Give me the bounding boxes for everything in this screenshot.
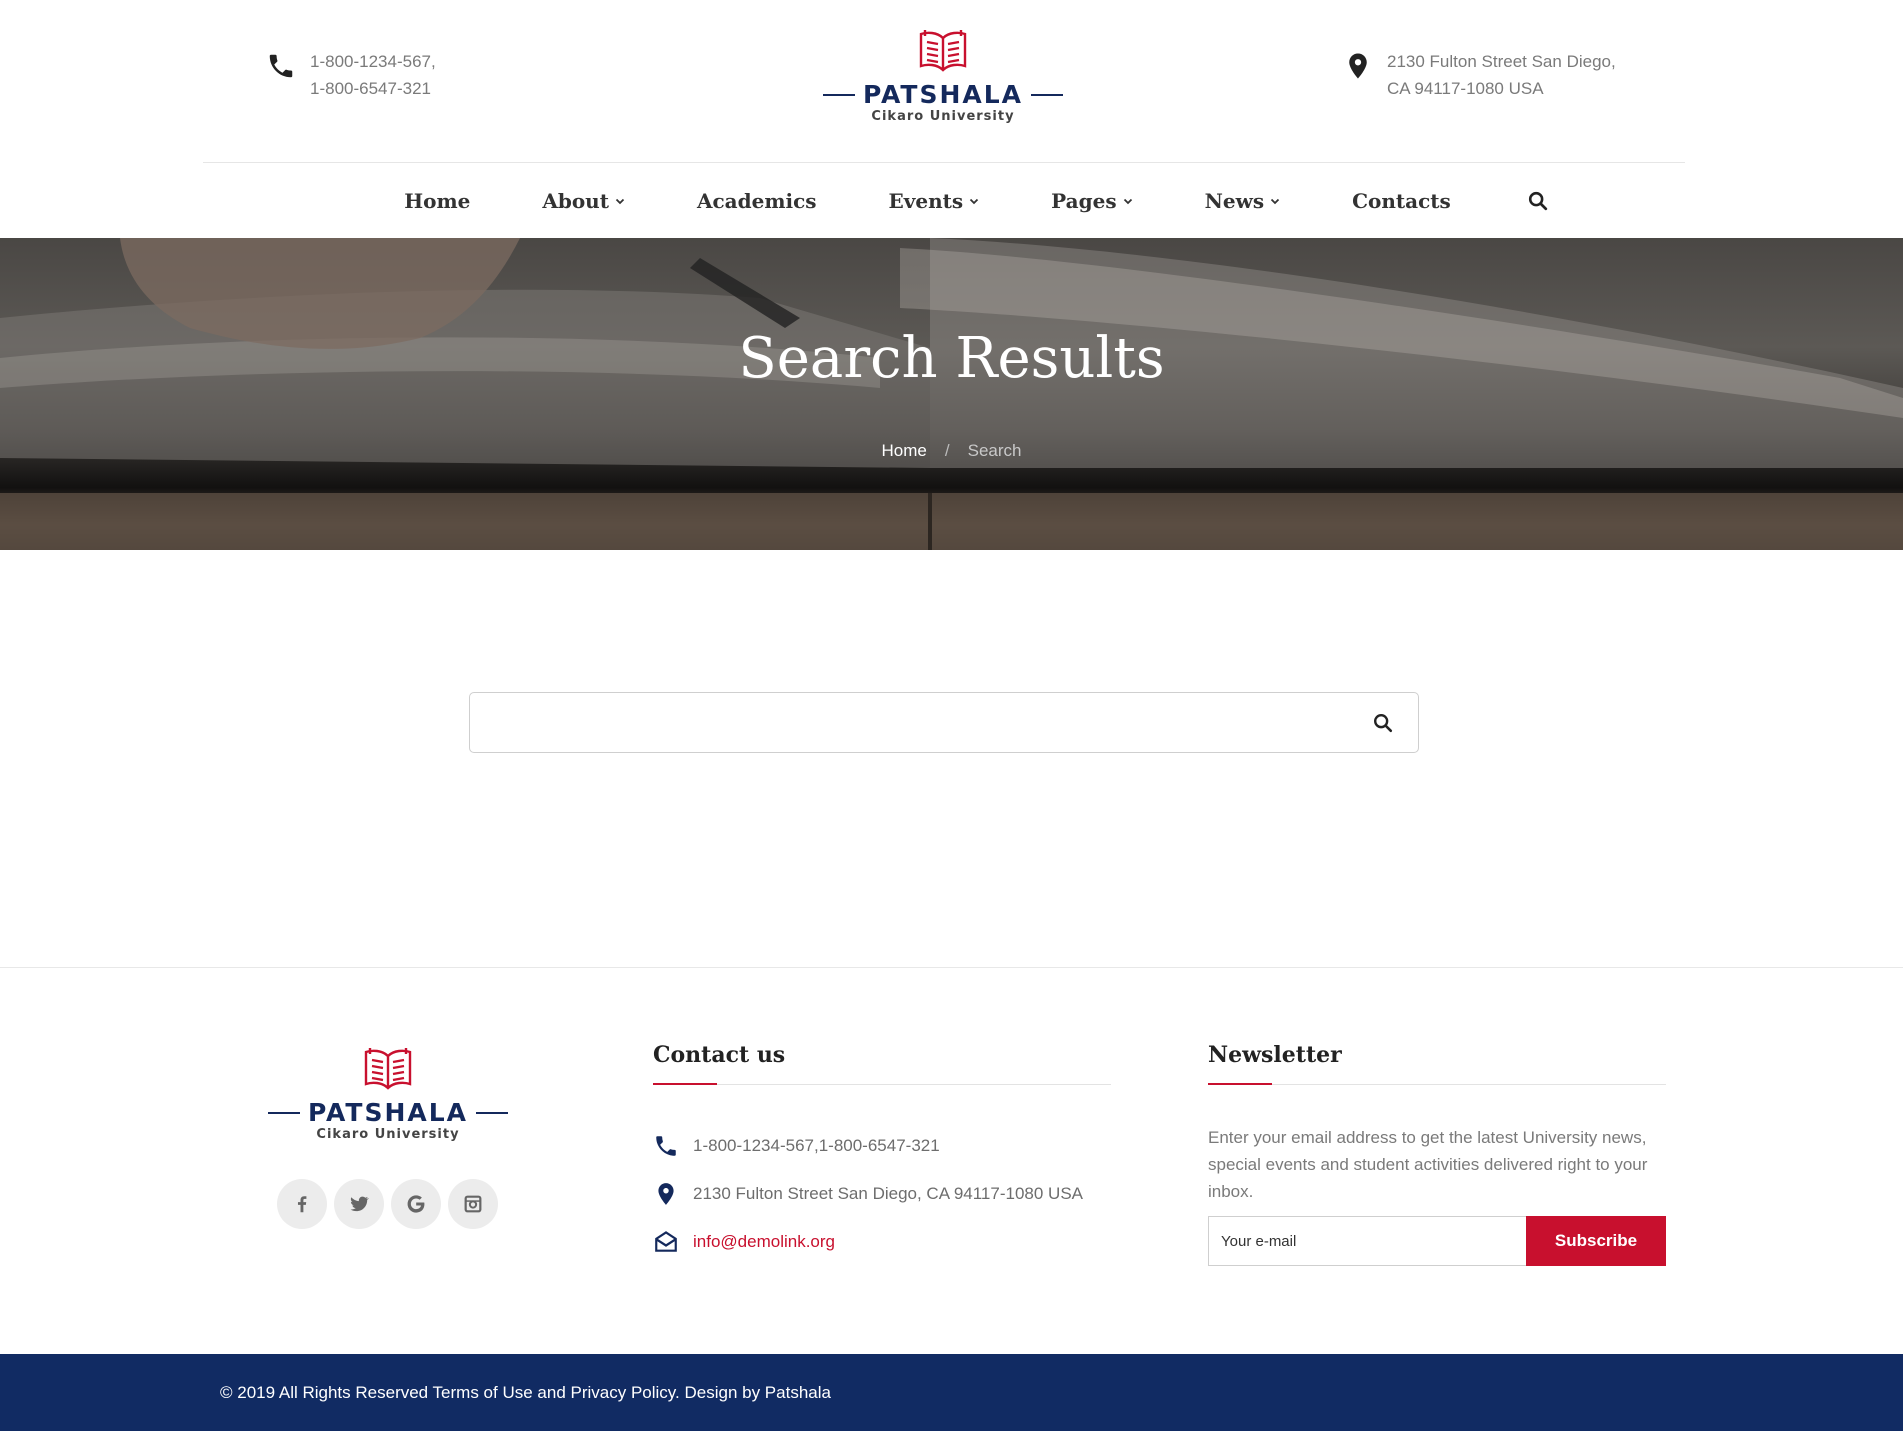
search-input[interactable]	[470, 693, 1350, 752]
book-logo-icon	[364, 1048, 412, 1090]
nav-item-events[interactable]: Events	[889, 189, 980, 213]
breadcrumb: Home / Search	[0, 441, 1903, 461]
logo-dash-right	[1031, 93, 1063, 96]
footer-contact-accent	[653, 1083, 717, 1085]
footer-logo-brand: PATSHALA	[307, 1098, 469, 1127]
header-address-line-2: CA 94117-1080 USA	[1387, 79, 1544, 98]
search-icon[interactable]	[1372, 712, 1394, 734]
social-links	[277, 1179, 505, 1229]
footer-newsletter-title: Newsletter	[1208, 1042, 1342, 1068]
nav-item-label: About	[542, 188, 609, 213]
page-hero: Search Results Home / Search	[0, 238, 1903, 550]
copyright-text: © 2019 All Rights Reserved Terms of Use …	[220, 1383, 831, 1402]
logo-dash-left	[823, 93, 855, 96]
phone-icon	[656, 1136, 676, 1156]
nav-item-academics[interactable]: Academics	[697, 189, 817, 213]
nav-item-label: News	[1204, 188, 1265, 213]
nav-item-label: Academics	[696, 188, 817, 213]
logo-dash-right	[476, 1111, 508, 1114]
hero-background-image	[0, 238, 1903, 550]
subscribe-button[interactable]: Subscribe	[1526, 1216, 1666, 1266]
logo-dash-left	[268, 1111, 300, 1114]
phone-icon	[269, 54, 293, 78]
footer-phone-row: 1-800-1234-567,1-800-6547-321	[653, 1122, 1083, 1170]
map-pin-icon	[1349, 53, 1367, 79]
search-icon[interactable]	[1527, 190, 1549, 212]
nav-item-pages[interactable]: Pages	[1051, 189, 1132, 213]
newsletter-description: Enter your email address to get the late…	[1208, 1128, 1648, 1201]
breadcrumb-home-link[interactable]: Home	[882, 441, 927, 460]
header-phone: 1-800-1234-567, 1-800-6547-321	[266, 48, 436, 102]
footer-contact-rule	[653, 1084, 1111, 1085]
nav-item-label: Events	[888, 188, 964, 213]
footer-logo-subtitle: Cikaro University	[316, 1127, 460, 1142]
nav-item-label: Pages	[1051, 188, 1117, 213]
search-form	[469, 692, 1419, 753]
footer-phone: 1-800-1234-567,1-800-6547-321	[693, 1136, 940, 1155]
logo-brand: PATSHALA	[862, 80, 1024, 109]
footer-contact-list: 1-800-1234-567,1-800-6547-321 2130 Fulto…	[653, 1122, 1083, 1266]
twitter-icon	[350, 1196, 370, 1212]
logo-subtitle: Cikaro University	[871, 109, 1015, 124]
facebook-link[interactable]	[277, 1179, 327, 1229]
breadcrumb-separator: /	[944, 441, 950, 460]
envelope-open-icon	[655, 1231, 677, 1252]
google-link[interactable]	[391, 1179, 441, 1229]
header-phone-line-2: 1-800-6547-321	[310, 79, 431, 98]
footer-divider	[0, 967, 1903, 968]
chevron-down-icon	[1123, 198, 1132, 204]
nav-item-contacts[interactable]: Contacts	[1352, 189, 1451, 213]
header-phone-line-1: 1-800-1234-567,	[310, 52, 436, 71]
chevron-down-icon	[1270, 198, 1280, 204]
chevron-down-icon	[615, 198, 625, 204]
nav-item-label: Home	[404, 188, 471, 213]
footer-address: 2130 Fulton Street San Diego, CA 94117-1…	[693, 1184, 1083, 1203]
footer-contact-title: Contact us	[653, 1042, 786, 1068]
nav-item-home[interactable]: Home	[404, 189, 470, 213]
header-address: 2130 Fulton Street San Diego, CA 94117-1…	[1343, 48, 1616, 102]
map-pin-icon	[658, 1183, 674, 1205]
site-logo[interactable]: PATSHALA Cikaro University	[823, 26, 1063, 131]
main-nav: Home About Academics Events Pages News C…	[0, 163, 1903, 238]
footer-newsletter-rule	[1208, 1084, 1666, 1085]
instagram-icon	[464, 1195, 482, 1213]
nav-item-about[interactable]: About	[542, 189, 625, 213]
google-icon	[407, 1195, 425, 1213]
chevron-down-icon	[970, 198, 979, 204]
facebook-icon	[297, 1196, 307, 1213]
book-logo-icon	[919, 30, 967, 72]
top-header: 1-800-1234-567, 1-800-6547-321 PATSHALA …	[0, 0, 1903, 163]
footer-email-row: info@demolink.org	[653, 1218, 1083, 1266]
newsletter-email-input[interactable]	[1208, 1216, 1526, 1266]
nav-item-label: Contacts	[1352, 188, 1451, 213]
footer-address-row: 2130 Fulton Street San Diego, CA 94117-1…	[653, 1170, 1083, 1218]
page-title: Search Results	[738, 326, 1165, 391]
copyright-bar: © 2019 All Rights Reserved Terms of Use …	[0, 1354, 1903, 1431]
instagram-link[interactable]	[448, 1179, 498, 1229]
footer-newsletter-accent	[1208, 1083, 1272, 1085]
footer-logo[interactable]: PATSHALA Cikaro University	[268, 1044, 508, 1142]
twitter-link[interactable]	[334, 1179, 384, 1229]
header-address-line-1: 2130 Fulton Street San Diego,	[1387, 52, 1616, 71]
newsletter-form: Subscribe	[1208, 1216, 1666, 1266]
footer-email-link[interactable]: info@demolink.org	[693, 1232, 835, 1252]
nav-item-news[interactable]: News	[1205, 189, 1280, 213]
breadcrumb-current: Search	[967, 441, 1022, 460]
